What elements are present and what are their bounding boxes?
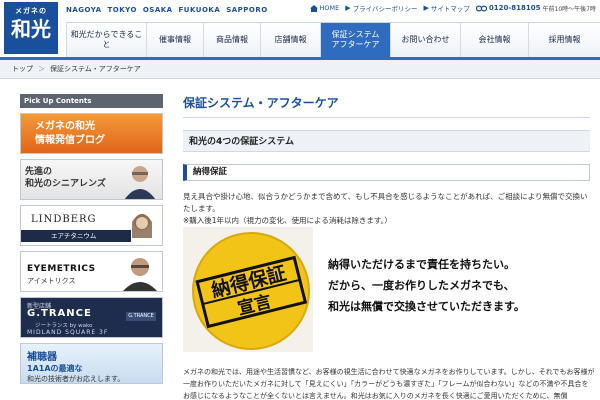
nav-label: お問い合わせ xyxy=(401,35,450,44)
breadcrumb-home[interactable]: トップ xyxy=(12,64,33,74)
global-nav: 和光だからできること 催事情報 商品情報 店舗情報 保証システム アフターケア … xyxy=(66,22,600,57)
message-line: 和光は無償で交換させていただきます。 xyxy=(328,300,525,313)
message-line: だから、一度お作りしたメガネでも、 xyxy=(328,279,515,292)
warranty-note: ※購入後1年以内（視力の変化、使用による消耗は除きます。） xyxy=(183,216,392,225)
city-list: NAGOYA TOKYO OSAKA FUKUOKA SAPPORO xyxy=(66,6,268,14)
sidebar: Pick Up Contents メガネの和光 情報発信ブログ 先進の 和光のシ… xyxy=(20,94,163,400)
arrow-icon: ▶ xyxy=(345,4,351,12)
banner-gtrance-bottom: MIDLAND SQUARE 3F xyxy=(27,329,109,336)
privacy-link-label: プライバシーポリシー xyxy=(352,5,418,13)
message-line: 納得いただけるまで責任を持ちたい。 xyxy=(328,258,515,271)
nav-item-products[interactable]: 商品情報 xyxy=(203,23,260,57)
page-title: 保証システム・アフターケア xyxy=(183,94,590,118)
logo-large-text: 和光 xyxy=(11,17,51,41)
sitemap-link[interactable]: ▶ サイトマップ xyxy=(424,3,470,13)
home-link[interactable]: HOME xyxy=(309,4,340,12)
banner-eyemetrics-title: EYEMETRICS xyxy=(27,264,96,274)
banner-eyemetrics-sub: アイメトリクス xyxy=(27,277,76,285)
phone-info[interactable]: 0120-818105 午前10時〜午後7時 xyxy=(475,4,596,13)
banner-blog-line1: メガネの和光 xyxy=(35,121,95,132)
home-link-label: HOME xyxy=(319,4,340,12)
nav-item-events[interactable]: 催事情報 xyxy=(146,23,203,57)
banner-hearing-line2: 1A1Aの最適な xyxy=(27,364,83,373)
nav-item-company[interactable]: 会社情報 xyxy=(460,23,528,57)
banner-blog[interactable]: メガネの和光 情報発信ブログ xyxy=(20,113,163,154)
warranty-message: 納得いただけるまで責任を持ちたい。 だから、一度お作りしたメガネでも、 和光は無… xyxy=(328,254,525,317)
banner-lindberg-sub: エアチタニウム xyxy=(21,230,131,242)
home-icon xyxy=(309,4,318,12)
warranty-body-text: メガネの和光では、用途や生活習慣など、お客様の視生活に合わせて快適なメガネをお作… xyxy=(183,368,595,400)
nav-label: 催事情報 xyxy=(159,35,191,44)
nav-label: 会社情報 xyxy=(478,35,511,44)
freedial-icon xyxy=(475,5,487,11)
nav-item-warranty[interactable]: 保証システム アフターケア xyxy=(320,23,390,57)
banner-hearing-line3: 和光の技術者がお応えします。 xyxy=(27,375,125,383)
woman-portrait-icon xyxy=(132,214,152,238)
banner-gtrance-tag: G.TRANCE xyxy=(126,312,156,321)
nav-label: 店舗情報 xyxy=(274,35,307,44)
banner-eyemetrics[interactable]: EYEMETRICS アイメトリクス xyxy=(20,251,163,292)
sitemap-link-label: サイトマップ xyxy=(430,5,470,13)
nav-label: 商品情報 xyxy=(216,35,248,44)
breadcrumb: トップ ＞ 保証システム・アフターケア xyxy=(0,60,600,79)
main-content: 保証システム・アフターケア 和光の4つの保証システム 納得保証 見え具合や掛け心… xyxy=(183,94,595,400)
banner-senior-lens[interactable]: 先進の 和光のシニアレンズ xyxy=(20,159,163,200)
warranty-description: 見え具合や掛け心地、似合うかどうかまで含めて、もし不具合を感じるようなことがあれ… xyxy=(183,191,590,227)
nav-label: 保証システム アフターケア xyxy=(331,30,380,49)
banner-gtrance-title: G.TRANCE xyxy=(27,308,92,319)
nav-item-recruit[interactable]: 採用情報 xyxy=(528,23,600,57)
sidebar-heading: Pick Up Contents xyxy=(20,94,163,108)
section-heading: 和光の4つの保証システム xyxy=(183,130,590,152)
banner-lindberg[interactable]: LINDBERG エアチタニウム xyxy=(20,205,163,246)
nav-label: 和光だからできること xyxy=(70,30,143,49)
banner-hearing-line1: 補聴器 xyxy=(27,352,57,363)
banner-gtrance[interactable]: 新型店舗 G.TRANCE ジートランス by wako MIDLAND SQU… xyxy=(20,297,163,338)
banner-hearing-aid[interactable]: 補聴器 1A1Aの最適な 和光の技術者がお応えします。 xyxy=(20,343,163,384)
breadcrumb-separator: ＞ xyxy=(38,65,45,73)
privacy-link[interactable]: ▶ プライバシーポリシー xyxy=(345,3,417,13)
man-portrait-icon xyxy=(123,258,157,291)
breadcrumb-current: 保証システム・アフターケア xyxy=(50,65,141,73)
nav-label: 採用情報 xyxy=(548,35,581,44)
business-hours: 午前10時〜午後7時 xyxy=(542,5,596,13)
banner-lindberg-title: LINDBERG xyxy=(31,214,97,225)
banner-blog-line2: 情報発信ブログ xyxy=(35,135,105,146)
arrow-icon: ▶ xyxy=(423,4,429,12)
subsection-heading: 納得保証 xyxy=(183,164,590,181)
nav-item-contact[interactable]: お問い合わせ xyxy=(390,23,460,57)
warranty-badge-photo: 納得保証 宣言 xyxy=(183,227,313,352)
nav-item-wako-strengths[interactable]: 和光だからできること xyxy=(66,23,146,57)
top-links: HOME ▶ プライバシーポリシー ▶ サイトマップ 0120-818105 午… xyxy=(309,3,596,13)
banner-gtrance-sub: ジートランス by wako xyxy=(35,323,93,329)
nav-item-stores[interactable]: 店舗情報 xyxy=(260,23,320,57)
badge-graphic: 納得保証 宣言 xyxy=(183,227,313,352)
phone-number: 0120-818105 xyxy=(488,4,541,12)
man-portrait-icon xyxy=(124,166,156,199)
warranty-text: 見え具合や掛け心地、似合うかどうかまで含めて、もし不具合を感じるようなことがあれ… xyxy=(183,192,588,213)
site-logo[interactable]: メガネの 和光 xyxy=(4,2,58,54)
logo-small-text: メガネの xyxy=(15,7,47,15)
